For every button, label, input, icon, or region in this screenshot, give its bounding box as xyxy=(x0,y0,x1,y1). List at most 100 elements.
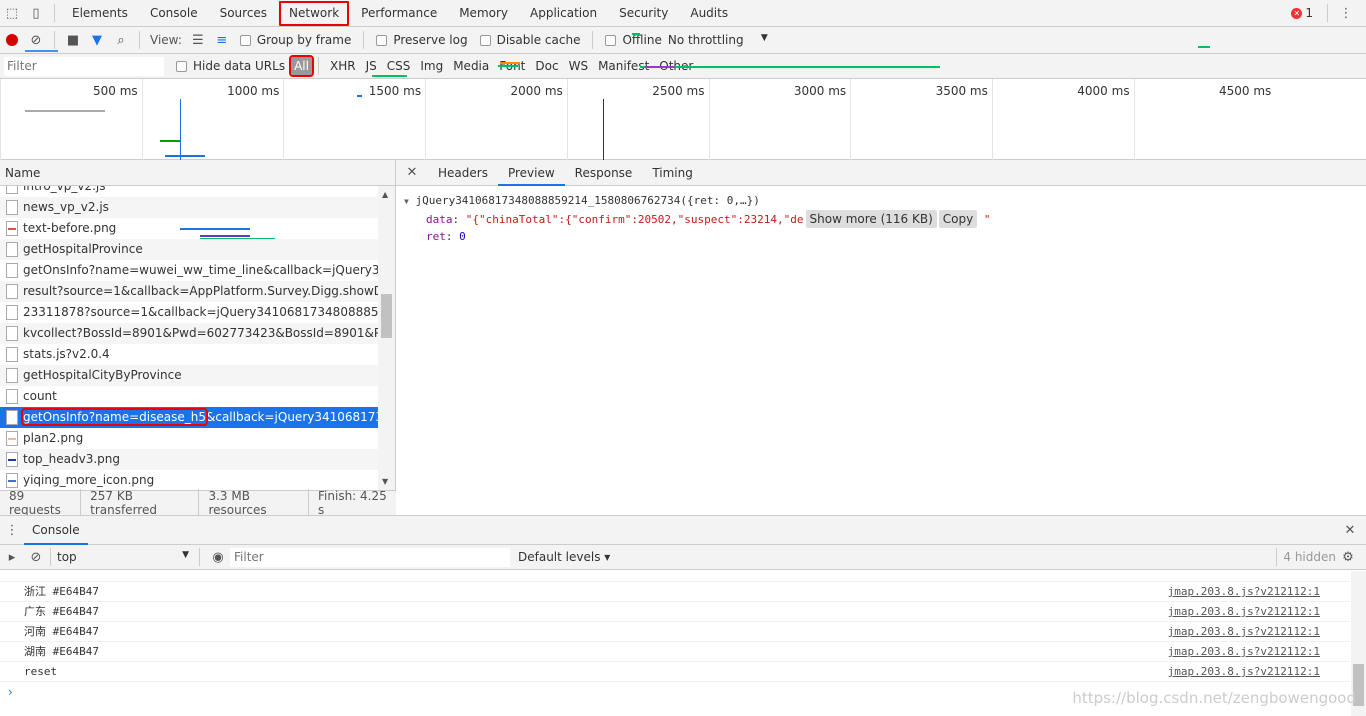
request-name: result?source=1&callback=AppPlatform.Sur… xyxy=(23,284,378,298)
image-file-icon xyxy=(6,452,18,467)
request-row[interactable]: intro_vp_v2.js xyxy=(0,186,378,197)
drawer-menu-icon[interactable]: ⋮ xyxy=(0,519,24,541)
tab-timing[interactable]: Timing xyxy=(642,160,703,186)
request-row[interactable]: text-before.png xyxy=(0,218,378,239)
throttling-select[interactable]: No throttling ▼ xyxy=(668,33,768,47)
document-file-icon xyxy=(6,389,18,404)
show-more-button[interactable]: Show more (116 KB) xyxy=(805,210,937,228)
filter-type-css[interactable]: CSS xyxy=(382,59,416,73)
show-sidebar-icon[interactable]: ▸ xyxy=(0,546,24,568)
gear-icon[interactable]: ⚙ xyxy=(1336,546,1360,568)
request-row[interactable]: getHospitalProvince xyxy=(0,239,378,260)
message-source-link[interactable]: jmap.203.8.js?v212112:1 xyxy=(1168,642,1320,662)
filter-input[interactable] xyxy=(4,56,164,76)
tab-console[interactable]: Console xyxy=(24,516,88,545)
request-name: getOnsInfo?name=wuwei_ww_time_line&callb… xyxy=(23,263,378,277)
timeline-tick: 1500 ms xyxy=(283,79,425,160)
image-file-icon xyxy=(6,221,18,236)
divider xyxy=(54,4,55,22)
large-rows-icon[interactable]: ☰ xyxy=(186,29,210,51)
tab-elements[interactable]: Elements xyxy=(61,0,139,27)
copy-button[interactable]: Copy xyxy=(938,210,978,228)
network-overview-timeline[interactable]: 500 ms 1000 ms 1500 ms 2000 ms 2500 ms 3000 m… xyxy=(0,33,1366,240)
error-icon[interactable]: ✕ xyxy=(1291,7,1303,19)
close-icon[interactable]: ✕ xyxy=(400,162,424,184)
tab-audits[interactable]: Audits xyxy=(679,0,739,27)
device-toolbar-icon[interactable]: ▯ xyxy=(24,2,48,24)
request-row[interactable]: getHospitalCityByProvince xyxy=(0,365,378,386)
triangle-expanded-icon[interactable]: ▼ xyxy=(404,197,409,206)
timeline-tick: 3000 ms xyxy=(708,79,851,160)
timeline-bar xyxy=(498,65,518,67)
offline-checkbox[interactable]: Offline xyxy=(605,33,662,47)
request-name: stats.js?v2.0.4 xyxy=(23,347,110,361)
context-select[interactable]: top ▼ xyxy=(53,550,193,564)
request-name: top_headv3.png xyxy=(23,452,121,466)
document-file-icon xyxy=(6,368,18,383)
tick-label: 4500 ms xyxy=(1218,84,1272,98)
filter-type-ws[interactable]: WS xyxy=(564,59,593,73)
filter-type-media[interactable]: Media xyxy=(448,59,494,73)
disable-cache-checkbox[interactable]: Disable cache xyxy=(479,33,580,47)
highlighted-request-name: getOnsInfo?name=disease_h5 xyxy=(21,408,208,426)
group-by-frame-checkbox[interactable]: Group by frame xyxy=(239,33,351,47)
request-row[interactable]: news_vp_v2.js xyxy=(0,197,378,218)
tab-memory[interactable]: Memory xyxy=(448,0,519,27)
request-row[interactable]: kvcollect?BossId=8901&Pwd=602773423&Boss… xyxy=(0,323,378,344)
filter-type-doc[interactable]: Doc xyxy=(530,59,563,73)
filter-type-all[interactable]: All xyxy=(289,55,314,77)
record-button[interactable] xyxy=(0,29,24,51)
filter-icon[interactable]: ▼ xyxy=(85,29,109,51)
request-row[interactable]: plan2.png xyxy=(0,428,378,449)
message-source-link[interactable]: jmap.203.8.js?v212112:1 xyxy=(1168,662,1320,682)
more-options-icon[interactable]: ⋮ xyxy=(1334,2,1358,24)
waterfall-icon[interactable]: ≡ xyxy=(210,29,234,51)
clear-console-icon[interactable]: ⊘ xyxy=(24,546,48,568)
document-file-icon xyxy=(6,242,18,257)
hide-data-urls-checkbox[interactable]: Hide data URLs xyxy=(176,59,285,73)
clear-icon[interactable]: ⊘ xyxy=(24,29,48,51)
tab-performance[interactable]: Performance xyxy=(350,0,448,27)
request-row[interactable]: getOnsInfo?name=wuwei_ww_time_line&callb… xyxy=(0,260,378,281)
tree-root[interactable]: ▼ jQuery34106817348088859214_15808067627… xyxy=(404,192,1358,210)
tab-console[interactable]: Console xyxy=(139,0,209,27)
request-row[interactable]: count xyxy=(0,386,378,407)
message-source-link[interactable]: jmap.203.8.js?v212112:1 xyxy=(1168,602,1320,622)
filter-type-xhr[interactable]: XHR xyxy=(325,59,361,73)
request-row[interactable]: stats.js?v2.0.4 xyxy=(0,344,378,365)
tab-network[interactable]: Network xyxy=(278,0,350,27)
preserve-log-checkbox[interactable]: Preserve log xyxy=(376,33,468,47)
tab-response[interactable]: Response xyxy=(565,160,643,186)
message-source-link[interactable]: jmap.203.8.js?v212112:1 xyxy=(1168,582,1320,602)
scroll-down-icon[interactable]: ▼ xyxy=(382,477,388,486)
error-count[interactable]: 1 xyxy=(1305,6,1313,20)
tab-preview[interactable]: Preview xyxy=(497,160,565,186)
filter-type-img[interactable]: Img xyxy=(415,59,448,73)
console-filter-input[interactable] xyxy=(230,547,510,567)
request-row[interactable]: getOnsInfo?name=disease_h5&callback=jQue… xyxy=(0,407,378,428)
eye-icon[interactable]: ◉ xyxy=(206,546,230,568)
request-row[interactable]: yiqing_more_icon.png xyxy=(0,470,378,490)
request-row[interactable]: 23311878?source=1&callback=jQuery3410681… xyxy=(0,302,378,323)
close-drawer-icon[interactable]: ✕ xyxy=(1338,519,1362,541)
scroll-up-icon[interactable]: ▲ xyxy=(382,190,388,199)
timeline-tick: 4000 ms xyxy=(991,79,1134,160)
capture-screenshots-icon[interactable]: ■ xyxy=(61,29,85,51)
timeline-tick: 2000 ms xyxy=(425,79,567,160)
request-row[interactable]: top_headv3.png xyxy=(0,449,378,470)
name-column-header[interactable]: Name xyxy=(0,160,395,186)
log-levels-select[interactable]: Default levels ▾ xyxy=(518,550,610,564)
tab-sources[interactable]: Sources xyxy=(209,0,278,27)
scrollbar-thumb[interactable] xyxy=(381,294,392,338)
inspect-element-icon[interactable]: ⬚ xyxy=(0,2,24,24)
tab-headers[interactable]: Headers xyxy=(428,160,498,186)
filter-type-js[interactable]: JS xyxy=(361,59,382,73)
timeline-bar xyxy=(372,75,407,77)
message-source-link[interactable]: jmap.203.8.js?v212112:1 xyxy=(1168,622,1320,642)
request-list-scrollbar[interactable]: ▲ ▼ xyxy=(378,186,395,490)
tab-security[interactable]: Security xyxy=(608,0,679,27)
tick-label: 500 ms xyxy=(93,84,138,98)
request-row[interactable]: result?source=1&callback=AppPlatform.Sur… xyxy=(0,281,378,302)
tab-application[interactable]: Application xyxy=(519,0,608,27)
search-icon[interactable]: ⌕ xyxy=(109,29,133,51)
